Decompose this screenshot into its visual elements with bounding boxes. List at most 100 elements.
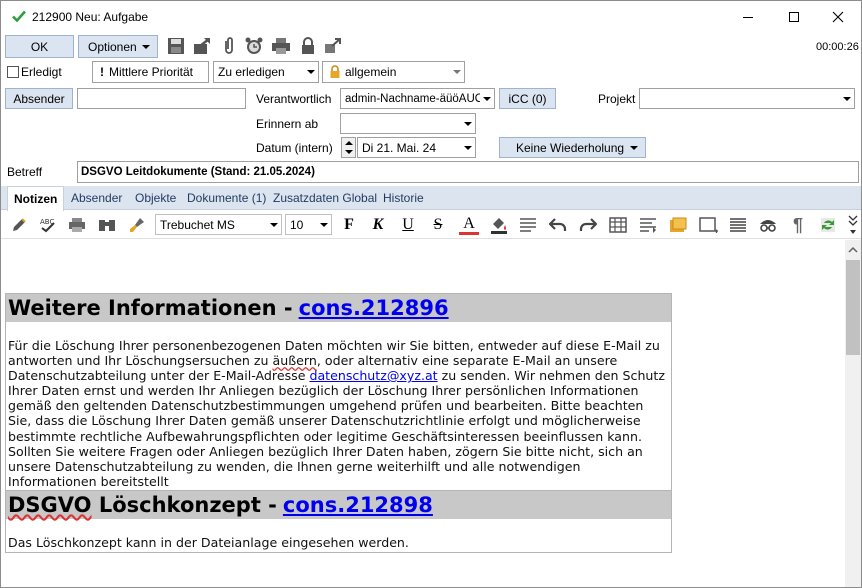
body-text: Das Löschkonzept kann in der Dateianlage… — [8, 535, 409, 550]
done-label: Erledigt — [21, 65, 62, 79]
heading-misspelled-word: DSGVO — [8, 493, 92, 517]
vertical-scrollbar[interactable] — [845, 240, 861, 587]
alarm-clock-icon[interactable] — [244, 36, 264, 56]
lines-icon[interactable] — [728, 215, 748, 235]
attachment-icon[interactable] — [219, 36, 239, 56]
scrollbar-thumb[interactable] — [846, 260, 860, 355]
chevron-down-icon — [480, 89, 494, 108]
refresh-icon[interactable] — [818, 215, 838, 235]
pencil-icon[interactable] — [9, 215, 29, 235]
sender-input[interactable] — [77, 88, 246, 109]
priority-select[interactable]: ! Mittlere Priorität — [92, 61, 209, 83]
find-icon[interactable] — [97, 215, 117, 235]
ok-button[interactable]: OK — [5, 35, 74, 58]
project-select[interactable] — [639, 88, 855, 109]
body-text-3: zu senden. Wir nehmen den Schutz Ihrer D… — [8, 368, 665, 489]
chevron-down-icon — [142, 45, 150, 49]
window-title: 212900 Neu: Aufgabe — [32, 10, 149, 24]
tab-notizen[interactable]: Notizen — [7, 186, 65, 211]
remind-label: Erinnern ab — [256, 117, 319, 131]
table-icon[interactable] — [608, 215, 628, 235]
category-select[interactable]: allgemein — [322, 61, 465, 83]
section-weitere-informationen: Weitere Informationen - cons.212896 Für … — [5, 293, 672, 492]
section-body: Das Löschkonzept kann in der Dateianlage… — [6, 519, 671, 552]
done-checkbox[interactable] — [7, 66, 19, 78]
editor-toolbar: ABC Trebuchet MS 10 F K U S A ¶ — [1, 211, 861, 239]
print-icon[interactable] — [271, 36, 291, 56]
section-heading: Weitere Informationen - cons.212896 — [6, 294, 671, 322]
chevron-down-icon — [840, 89, 854, 108]
tab-historie[interactable]: Historie — [377, 186, 430, 210]
tab-zusatzdaten-global[interactable]: Zusatzdaten Global — [267, 186, 383, 210]
tab-dokumente[interactable]: Dokumente (1) — [181, 186, 272, 210]
send-icon[interactable] — [192, 36, 212, 56]
maximize-button[interactable] — [771, 1, 817, 32]
spin-up-icon[interactable] — [345, 141, 353, 145]
popout-icon[interactable] — [323, 36, 343, 56]
font-size-select[interactable]: 10 — [285, 214, 332, 235]
misspelled-word: äußern — [272, 353, 317, 369]
paragraph-format-icon[interactable] — [518, 215, 538, 235]
repeat-button[interactable]: Keine Wiederholung — [499, 137, 646, 158]
font-size-value: 10 — [290, 217, 304, 232]
spin-down-icon[interactable] — [345, 150, 353, 154]
print-icon[interactable] — [67, 215, 87, 235]
tab-absender[interactable]: Absender — [65, 186, 128, 210]
status-select[interactable]: Zu erledigen — [213, 61, 319, 83]
insert-image-icon[interactable] — [668, 215, 688, 235]
section-loeschkonzept: DSGVO Löschkonzept - cons.212898 Das Lös… — [5, 490, 672, 554]
chevron-down-icon — [450, 62, 464, 82]
remind-select[interactable] — [340, 113, 476, 134]
close-icon — [832, 11, 844, 22]
chevron-down-icon — [461, 114, 475, 133]
align-icon[interactable] — [638, 215, 658, 235]
toolbar-overflow-icon[interactable] — [847, 213, 859, 237]
chevron-down-icon — [461, 138, 475, 157]
text-color-icon[interactable]: A — [459, 215, 479, 235]
heading-link[interactable]: cons.212898 — [283, 493, 433, 517]
undo-icon[interactable] — [548, 215, 568, 235]
repeat-label: Keine Wiederholung — [516, 140, 625, 155]
strikethrough-icon[interactable]: S — [428, 215, 448, 235]
title-bar: 212900 Neu: Aufgabe — [1, 1, 861, 32]
clear-format-icon[interactable] — [127, 215, 147, 235]
maximize-icon — [789, 11, 799, 22]
font-select[interactable]: Trebuchet MS — [155, 214, 282, 235]
close-button[interactable] — [815, 1, 861, 32]
lock-icon[interactable] — [298, 36, 318, 56]
fill-color-icon[interactable] — [489, 215, 509, 235]
responsible-value: admin-Nachname-äüöÄÜÖß — [345, 92, 480, 105]
tab-objekte[interactable]: Objekte — [129, 186, 182, 210]
disguise-icon[interactable] — [758, 215, 778, 235]
frame-icon[interactable] — [699, 215, 719, 235]
save-icon[interactable] — [166, 36, 186, 56]
category-value: allgemein — [345, 65, 397, 79]
date-select[interactable]: Di 21. Mai. 24 — [357, 137, 476, 158]
heading-link[interactable]: cons.212896 — [299, 296, 449, 320]
priority-icon: ! — [100, 65, 104, 79]
icc-button[interactable]: iCC (0) — [499, 88, 556, 109]
chevron-down-icon — [304, 62, 318, 82]
italic-icon[interactable]: K — [368, 215, 388, 235]
pilcrow-icon[interactable]: ¶ — [788, 215, 808, 235]
subject-input[interactable]: DSGVO Leitdokumente (Stand: 21.05.2024) — [77, 161, 859, 183]
project-label: Projekt — [598, 92, 636, 106]
date-spinner[interactable] — [341, 137, 356, 158]
underline-icon[interactable]: U — [398, 215, 418, 235]
minimize-button[interactable] — [725, 1, 771, 32]
responsible-label: Verantwortlich — [256, 92, 332, 106]
scroll-up-icon[interactable] — [845, 242, 861, 258]
bold-icon[interactable]: F — [339, 215, 359, 235]
subject-label: Betreff — [7, 165, 43, 179]
responsible-select[interactable]: admin-Nachname-äüöÄÜÖß — [340, 88, 495, 109]
document-area[interactable]: Weitere Informationen - cons.212896 Für … — [1, 240, 845, 587]
section-heading: DSGVO Löschkonzept - cons.212898 — [6, 491, 671, 519]
chevron-down-icon — [267, 215, 281, 234]
priority-value: Mittlere Priorität — [109, 65, 194, 79]
spellcheck-icon[interactable]: ABC — [38, 215, 58, 235]
redo-icon[interactable] — [578, 215, 598, 235]
timer: 00:00:26 — [816, 41, 859, 53]
sender-button[interactable]: Absender — [5, 88, 73, 109]
options-button[interactable]: Optionen — [78, 35, 158, 58]
email-link[interactable]: datenschutz@xyz.at — [309, 368, 437, 383]
